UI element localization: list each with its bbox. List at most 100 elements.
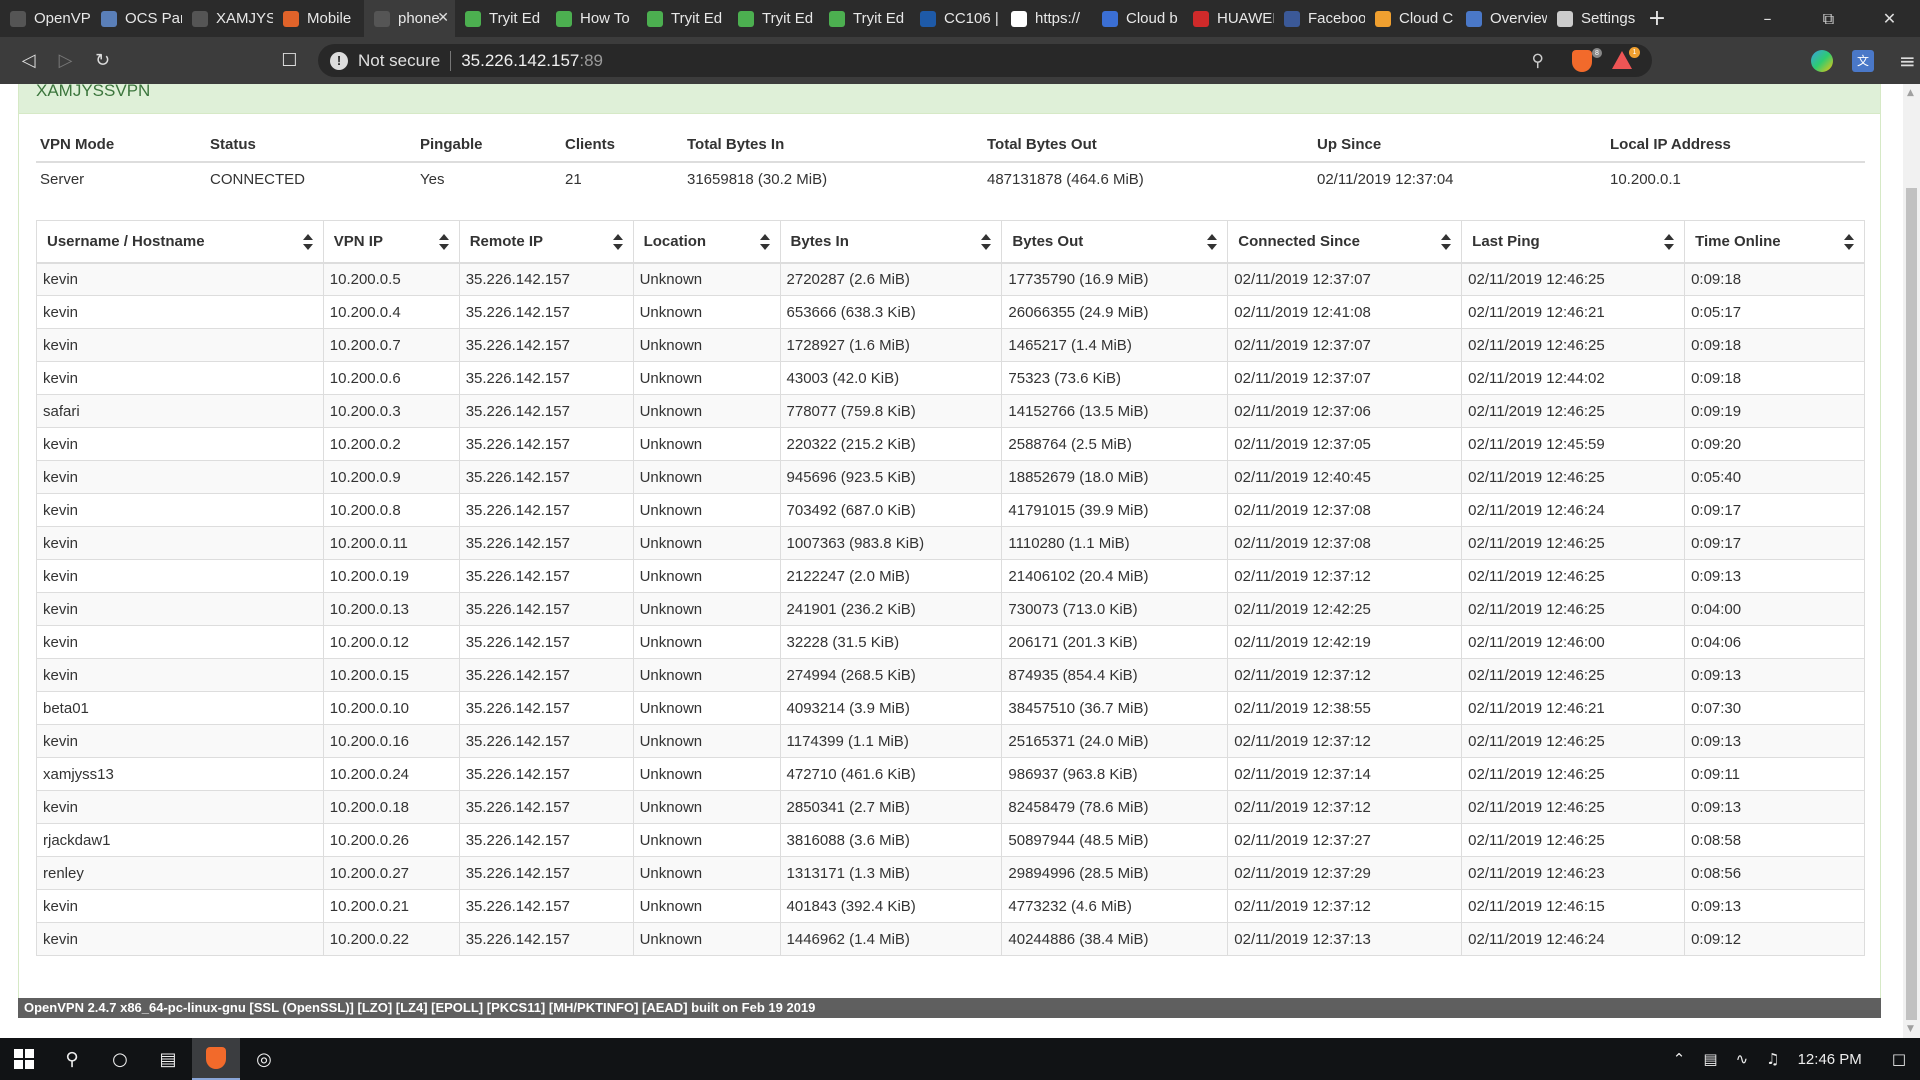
taskbar-clock[interactable]: 12:46 PM bbox=[1798, 1051, 1862, 1068]
url-port[interactable]: :89 bbox=[579, 51, 603, 71]
column-header-label: Location bbox=[643, 232, 707, 250]
column-header-location[interactable]: Location bbox=[632, 220, 781, 264]
browser-tab[interactable]: Tryit Ed bbox=[728, 0, 819, 37]
clients-header-row: Username / Hostname VPN IP Remote IP Locati… bbox=[36, 220, 1865, 264]
browser-tab[interactable]: Mobile bbox=[273, 0, 364, 37]
sort-icon[interactable] bbox=[1844, 234, 1854, 250]
column-header-connected-since[interactable]: Connected Since bbox=[1227, 220, 1463, 264]
cell-connected-since: 02/11/2019 12:37:08 bbox=[1227, 526, 1463, 560]
taskbar-chrome-app[interactable]: ◎ bbox=[240, 1038, 288, 1080]
browser-tab[interactable]: Cloud b bbox=[1092, 0, 1183, 37]
wifi-icon[interactable]: ∿ bbox=[1736, 1050, 1749, 1068]
back-icon[interactable]: ◁ bbox=[10, 42, 47, 79]
browser-tab-label: Cloud C bbox=[1399, 10, 1454, 27]
browser-tab[interactable]: How To bbox=[546, 0, 637, 37]
browser-menu-icon[interactable]: ≡ bbox=[1899, 49, 1916, 73]
status-value-vpn-mode: Server bbox=[40, 171, 85, 188]
sort-icon[interactable] bbox=[612, 234, 623, 250]
start-button[interactable] bbox=[0, 1038, 48, 1080]
cell-username-hostname: kevin bbox=[36, 295, 324, 329]
extension-icon[interactable] bbox=[1811, 49, 1833, 72]
brave-shield-icon[interactable] bbox=[1572, 50, 1592, 72]
status-value-local-ip-address: 10.200.0.1 bbox=[1610, 171, 1681, 188]
column-header-vpn-ip[interactable]: VPN IP bbox=[322, 220, 460, 264]
close-tab-icon[interactable]: ✕ bbox=[437, 10, 449, 26]
task-view-icon[interactable]: ▤ bbox=[144, 1038, 192, 1080]
bookmark-icon[interactable]: ☐ bbox=[271, 42, 308, 79]
browser-tab-label: Mobile bbox=[307, 10, 352, 27]
battery-icon[interactable]: ▤ bbox=[1703, 1050, 1717, 1068]
browser-tab[interactable]: https:// bbox=[1001, 0, 1092, 37]
column-header-time-online[interactable]: Time Online bbox=[1684, 220, 1865, 264]
browser-tab[interactable]: HUAWEI bbox=[1183, 0, 1274, 37]
browser-tab[interactable]: Overview bbox=[1456, 0, 1547, 37]
browser-tab[interactable]: Facebook bbox=[1274, 0, 1365, 37]
browser-tab[interactable]: CC106 | bbox=[910, 0, 1001, 37]
browser-tab[interactable]: OpenVPN bbox=[0, 0, 91, 37]
browser-tab[interactable]: Tryit Ed bbox=[637, 0, 728, 37]
browser-tab[interactable]: phone ✕ bbox=[364, 0, 455, 37]
cell-username-hostname: rjackdaw1 bbox=[36, 823, 324, 857]
browser-tab[interactable]: OCS Pane bbox=[91, 0, 182, 37]
cell-remote-ip: 35.226.142.157 bbox=[458, 295, 634, 329]
sort-icon[interactable] bbox=[1207, 234, 1218, 250]
browser-tab[interactable]: Settings bbox=[1547, 0, 1638, 37]
cell-last-ping: 02/11/2019 12:46:25 bbox=[1461, 559, 1686, 593]
zoom-icon[interactable]: ⚲ bbox=[1532, 51, 1544, 71]
cell-location: Unknown bbox=[632, 922, 781, 956]
scroll-up-icon[interactable]: ▲ bbox=[1907, 88, 1914, 98]
cell-location: Unknown bbox=[632, 889, 781, 923]
table-row: kevin 10.200.0.13 35.226.142.157 Unknown 241… bbox=[36, 592, 1865, 626]
forward-icon[interactable]: ▷ bbox=[47, 42, 84, 79]
scroll-down-icon[interactable]: ▼ bbox=[1907, 1024, 1914, 1034]
cell-location: Unknown bbox=[632, 856, 781, 890]
sort-icon[interactable] bbox=[1441, 234, 1452, 250]
cell-username-hostname: beta01 bbox=[36, 691, 324, 725]
cell-location: Unknown bbox=[632, 427, 781, 461]
column-header-username-hostname[interactable]: Username / Hostname bbox=[36, 220, 324, 264]
info-icon[interactable]: ! bbox=[330, 51, 348, 70]
browser-tab[interactable]: Cloud C bbox=[1365, 0, 1456, 37]
column-header-bytes-out[interactable]: Bytes Out bbox=[1001, 220, 1229, 264]
cell-connected-since: 02/11/2019 12:37:12 bbox=[1227, 889, 1463, 923]
security-label[interactable]: Not secure bbox=[358, 51, 440, 71]
page-scrollbar[interactable]: ▲ ▼ bbox=[1903, 84, 1920, 1038]
translate-icon[interactable]: 文 bbox=[1852, 49, 1874, 72]
cloud-icon bbox=[1375, 10, 1391, 27]
browser-tab[interactable]: Tryit Ed bbox=[455, 0, 546, 37]
sort-icon[interactable] bbox=[759, 234, 770, 250]
cell-location: Unknown bbox=[632, 823, 781, 857]
cell-username-hostname: kevin bbox=[36, 592, 324, 626]
column-header-last-ping[interactable]: Last Ping bbox=[1461, 220, 1686, 264]
cell-vpn-ip: 10.200.0.9 bbox=[322, 460, 460, 494]
cell-connected-since: 02/11/2019 12:37:27 bbox=[1227, 823, 1463, 857]
cortana-icon[interactable]: ○ bbox=[96, 1038, 144, 1080]
browser-tab[interactable]: XAMJYSS bbox=[182, 0, 273, 37]
scrollbar-thumb[interactable] bbox=[1906, 188, 1917, 1020]
cell-last-ping: 02/11/2019 12:46:24 bbox=[1461, 493, 1686, 527]
browser-tab-label: Tryit Ed bbox=[762, 10, 814, 27]
sort-icon[interactable] bbox=[981, 234, 992, 250]
reload-icon[interactable]: ↻ bbox=[84, 42, 121, 79]
address-bar[interactable]: ! Not secure 35.226.142.157:89 ⚲ 8 1 bbox=[318, 44, 1652, 77]
sort-icon[interactable] bbox=[438, 234, 449, 250]
url-host[interactable]: 35.226.142.157 bbox=[461, 51, 579, 71]
restore-icon[interactable]: ⧉ bbox=[1798, 0, 1859, 37]
browser-tab[interactable]: Tryit Ed bbox=[819, 0, 910, 37]
taskbar-brave-app[interactable] bbox=[192, 1038, 240, 1080]
sort-icon[interactable] bbox=[302, 234, 313, 250]
close-window-icon[interactable]: ✕ bbox=[1859, 0, 1920, 37]
cell-vpn-ip: 10.200.0.2 bbox=[322, 427, 460, 461]
notification-icon[interactable]: □ bbox=[1892, 1050, 1906, 1068]
sort-icon[interactable] bbox=[1664, 234, 1675, 250]
volume-icon[interactable]: ♫ bbox=[1766, 1050, 1779, 1068]
cell-location: Unknown bbox=[632, 460, 781, 494]
cell-username-hostname: kevin bbox=[36, 526, 324, 560]
mail-icon bbox=[1011, 10, 1027, 27]
tray-chevron-icon[interactable]: ⌃ bbox=[1673, 1050, 1686, 1068]
minimize-icon[interactable]: – bbox=[1737, 0, 1798, 37]
search-icon[interactable]: ⚲ bbox=[48, 1038, 96, 1080]
column-header-bytes-in[interactable]: Bytes In bbox=[779, 220, 1003, 264]
new-tab-button[interactable]: + bbox=[1638, 0, 1676, 37]
column-header-remote-ip[interactable]: Remote IP bbox=[458, 220, 634, 264]
